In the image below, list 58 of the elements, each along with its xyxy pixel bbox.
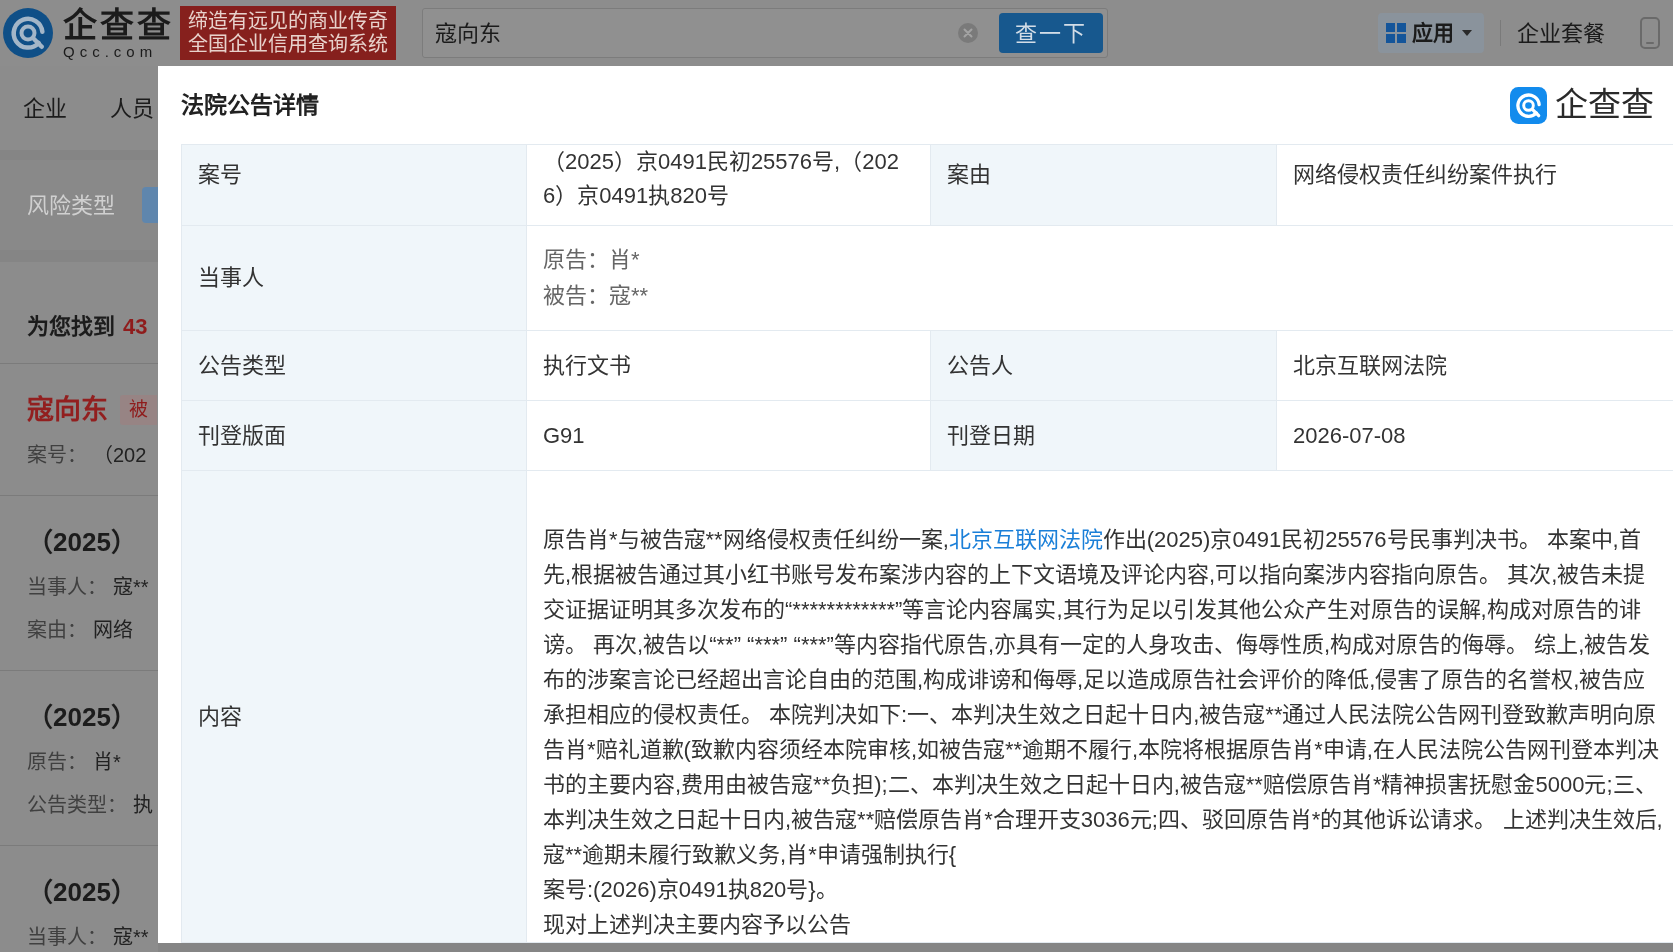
field-value: 北京互联网法院	[1293, 351, 1448, 380]
result-title[interactable]: （2025）	[27, 700, 137, 734]
result-title[interactable]: （2025）	[27, 875, 137, 909]
field-label: 刊登版面	[198, 421, 286, 450]
field-value: 执行文书	[543, 351, 632, 380]
result-field-label: 案由：	[27, 618, 87, 643]
brand-icon	[1510, 86, 1547, 124]
notice-text: 现对上述判决主要内容予以公告	[543, 911, 852, 939]
results-summary: 为您找到	[27, 313, 115, 341]
result-field-value: 执	[133, 793, 153, 818]
search-button[interactable]: 查一下	[999, 13, 1103, 53]
brand-name: 企查查	[1555, 86, 1654, 124]
field-label: 当事人	[198, 264, 264, 292]
caret-icon	[1462, 30, 1472, 36]
field-value: 2026-07-08	[1293, 421, 1407, 450]
field-value: （2025）京0491民初25576号,（2026）京0491执820号	[543, 148, 900, 210]
field-value: 网络侵权责任纠纷案件执行	[1293, 161, 1558, 189]
logo-domain: Qcc.com	[63, 44, 159, 60]
notice-text: 案号:(2026)京0491执820号}。	[543, 876, 839, 904]
result-field-value: （202	[93, 443, 147, 468]
nav-tab[interactable]: 企业	[23, 91, 67, 125]
field-label: 案号	[198, 161, 242, 189]
result-field-label: 当事人：	[27, 575, 107, 600]
clear-icon[interactable]	[958, 23, 978, 43]
result-field-label: 当事人：	[27, 925, 107, 950]
logo-text[interactable]: 企查查	[63, 6, 174, 44]
result-name[interactable]: 寇向东	[27, 393, 108, 427]
plan-link[interactable]: 企业套餐	[1517, 16, 1605, 50]
field-label: 内容	[198, 702, 242, 731]
result-title[interactable]: （2025）	[27, 525, 137, 559]
role-tag: 被	[120, 395, 157, 425]
result-field-value: 网络	[93, 618, 133, 643]
field-label: 公告人	[947, 351, 1013, 380]
result-field-value: 寇**	[113, 925, 149, 950]
result-field-label: 公告类型：	[27, 793, 127, 818]
result-field-value: 寇**	[113, 575, 149, 600]
field-label: 刊登日期	[947, 421, 1035, 450]
apps-button[interactable]: 应用	[1378, 13, 1484, 53]
result-field-label: 原告：	[27, 750, 87, 775]
result-field-value: 肖*	[93, 750, 121, 775]
field-label: 公告类型	[198, 351, 286, 380]
field-value: G91	[543, 421, 586, 450]
party-text: 被告：寇**	[543, 282, 650, 310]
phone-icon[interactable]	[1640, 17, 1660, 49]
results-count: 43	[123, 313, 148, 341]
grid-icon	[1386, 23, 1406, 43]
filter-label: 风险类型	[27, 191, 115, 220]
nav-tab[interactable]: 人员	[110, 91, 154, 125]
notice-text: 原告肖*与被告寇**网络侵权责任纠纷一案,北京互联网法院作出(2025)京0491民初25576号民事判决书。 本案中,首先,根据被告通过其小红书账号发布案涉内容的上下文语境及评论内容,可以指向案涉内容指向原告。 其次,被告未提交证据证明其多次发布的“************”等言论内容属实,其行为足以引发其他公众产生对原告的误解,构成对原告的诽谤。 再次,被告以“**” “***” “***”等内容指代原告,亦具有一定的人身攻击、侮辱性质,构成对原告的侮辱。 综上,被告发布的涉案言论已经超出言论自由的范围,构成诽谤和侮辱,足以造成原告社会评价的降低,侵害了原告的名誉权,被告应承担相应的侵权责任。 本院判决如下:一、本判决生效之日起十日内,被告寇**通过人民法院公告网刊登致歉声明向原告肖*赔礼道歉(致歉内容须经本院审核,如被告寇**逾期不履行,本院将根据原告肖*申请,在人民法院公告网刊登本判决书的主要内容,费用由被告寇**负担);二、本判决生效之日起十日内,被告寇**赔偿原告肖*精神损害抚慰金5000元;三、本判决生效之日起十日内,被告寇**赔偿原告肖*合理开支3036元;四、驳回原告肖*的其他诉讼请求。 上述判决生效后,寇**逾期未履行致歉义务,肖*申请强制执行{	[543, 526, 1664, 869]
slogan-text: 全国企业信用查询系统	[188, 33, 388, 56]
field-label: 案由	[947, 161, 991, 189]
result-field-label: 案号：	[27, 443, 87, 468]
filter-button[interactable]	[142, 187, 158, 223]
party-text: 原告：肖*	[543, 246, 641, 274]
court-link[interactable]: 北京互联网法院	[948, 527, 1103, 552]
logo-icon[interactable]	[3, 8, 53, 58]
dialog-title: 法院公告详情	[181, 90, 319, 120]
slogan-text: 缔造有远见的商业传奇	[188, 10, 388, 33]
